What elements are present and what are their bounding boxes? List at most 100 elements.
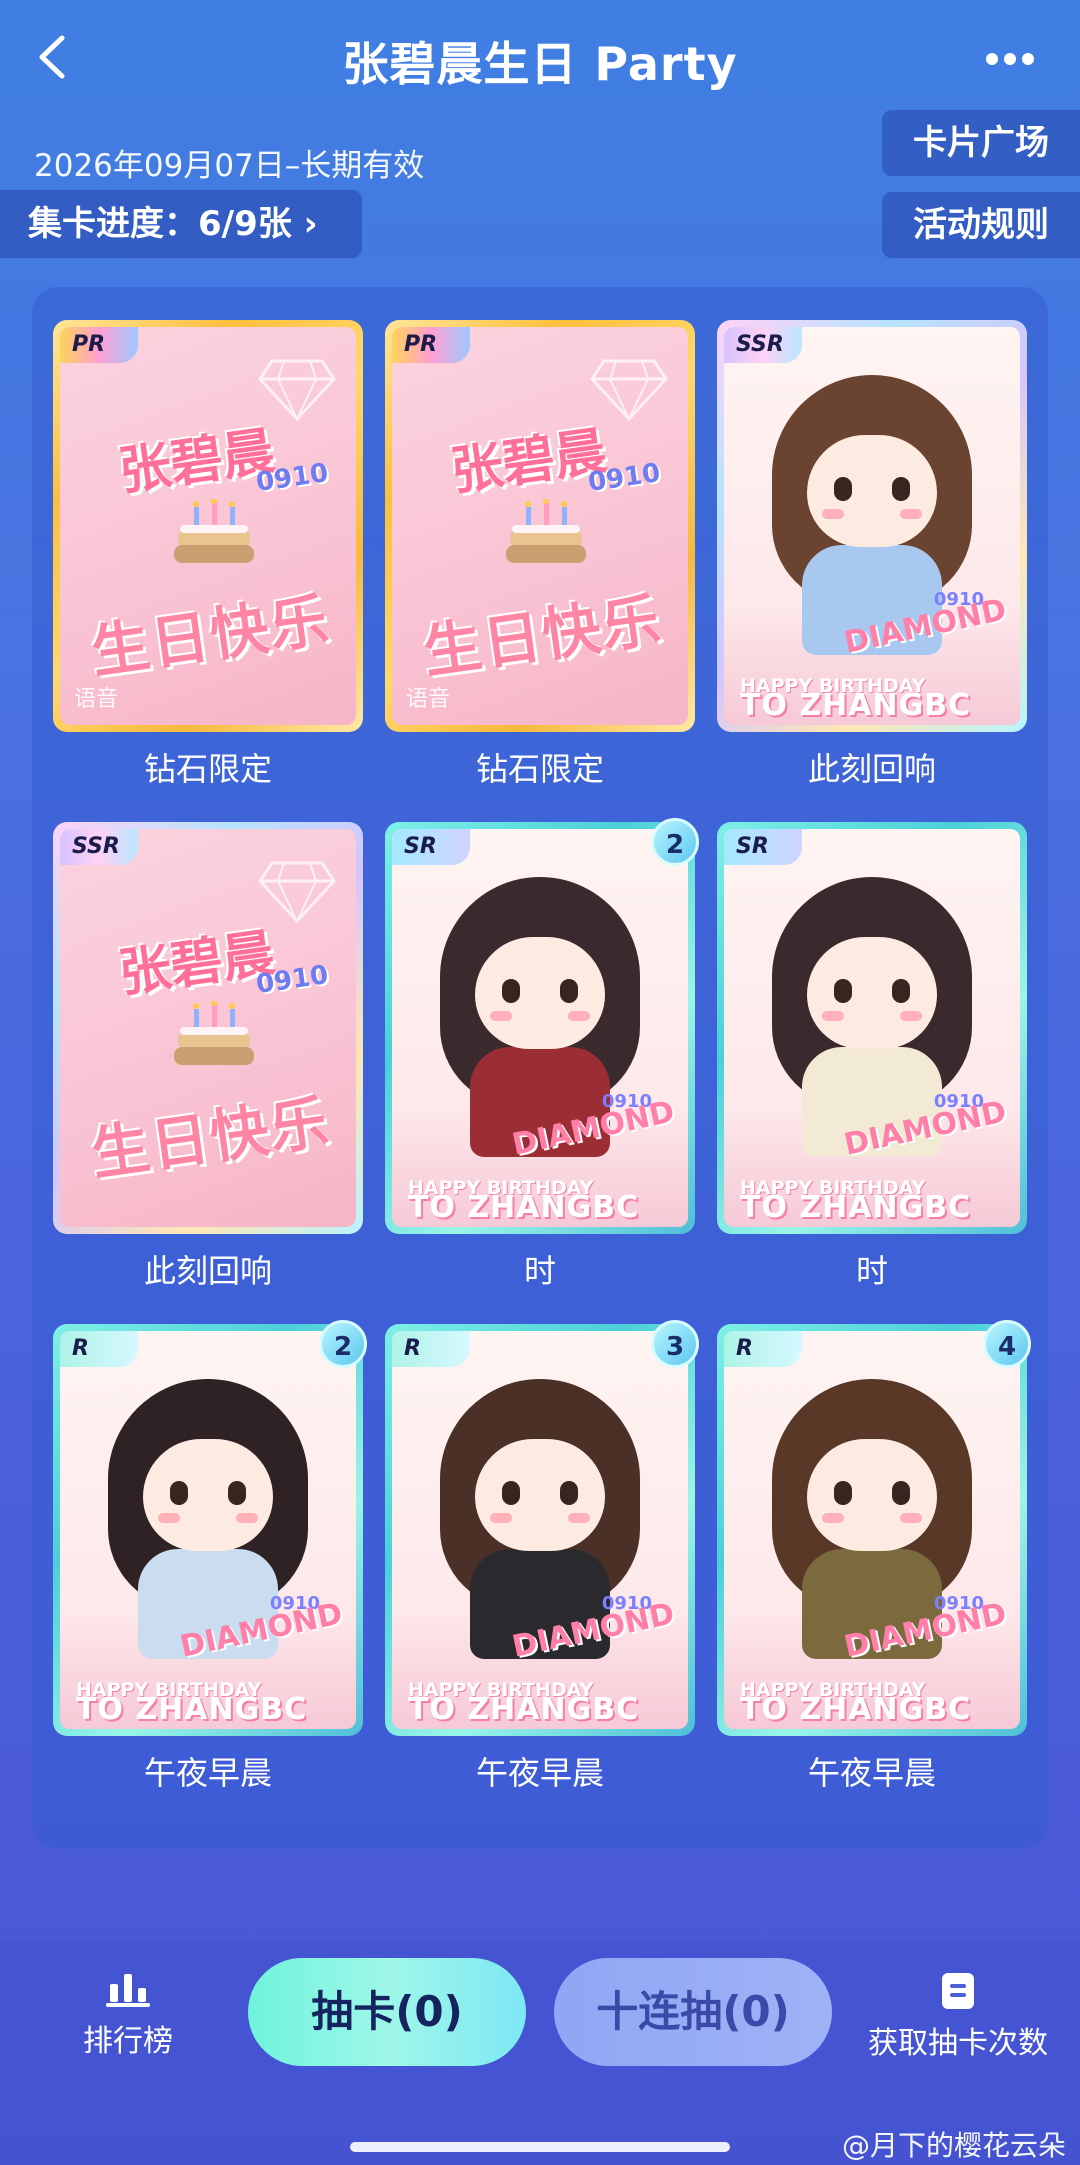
character-blush	[568, 1513, 590, 1523]
voice-tag: 语音	[406, 687, 451, 712]
card-caption: 钻石限定	[475, 750, 604, 788]
card-to-zhangbc-text: TO ZHANGBC	[76, 1692, 308, 1727]
character-eye	[502, 979, 520, 1003]
card-artwork: 张碧晨 0910 生日快乐 SSR	[60, 829, 356, 1227]
voice-tag: 语音	[74, 687, 119, 712]
birthday-cake-icon	[174, 499, 254, 563]
card-to-zhangbc-text: TO ZHANGBC	[740, 1692, 972, 1727]
card-artwork: 张碧晨 0910 生日快乐 语音 PR	[60, 327, 356, 725]
card-artwork: 0910 DIAMOND HAPPY BIRTHDAY TO ZHANGBC R	[724, 1331, 1020, 1729]
card-to-zhangbc-text: TO ZHANGBC	[740, 1190, 972, 1225]
card-caption: 午夜早晨	[143, 1754, 272, 1792]
character-blush	[822, 1011, 844, 1021]
character-face	[143, 1439, 273, 1551]
card-birthday-text: 生日快乐	[87, 1087, 335, 1189]
collection-card[interactable]: 0910 DIAMOND HAPPY BIRTHDAY TO ZHANGBC R 4	[717, 1320, 1031, 1736]
card-star-name: 张碧晨	[447, 421, 611, 503]
character-blush	[490, 1011, 512, 1021]
character-blush	[568, 1011, 590, 1021]
card-caption: 此刻回响	[143, 1252, 272, 1290]
card-caption: 此刻回响	[807, 750, 936, 788]
collection-card[interactable]: 0910 DIAMOND HAPPY BIRTHDAY TO ZHANGBC SR	[717, 822, 1027, 1234]
leaderboard-button[interactable]: 排行榜	[68, 1972, 188, 2060]
rarity-badge: PR	[60, 327, 138, 363]
character-eye	[892, 477, 910, 501]
card-artwork: 张碧晨 0910 生日快乐 语音 PR	[392, 327, 688, 725]
card-to-zhangbc-text: TO ZHANGBC	[408, 1190, 640, 1225]
character-eye	[892, 1481, 910, 1505]
rarity-badge: SSR	[60, 829, 138, 865]
more-options-icon[interactable]	[986, 50, 1042, 65]
card-caption: 午夜早晨	[807, 1754, 936, 1792]
character-blush	[900, 1011, 922, 1021]
birthday-cake-icon	[506, 499, 586, 563]
card-artwork: 0910 DIAMOND HAPPY BIRTHDAY TO ZHANGBC R	[60, 1331, 356, 1729]
collection-card[interactable]: 0910 DIAMOND HAPPY BIRTHDAY TO ZHANGBC SR 2	[385, 818, 699, 1234]
character-blush	[490, 1513, 512, 1523]
card-count-badge: 3	[651, 1320, 699, 1368]
character-eye	[170, 1481, 188, 1505]
birthday-cake-icon	[174, 1001, 254, 1065]
card-artwork: 0910 DIAMOND HAPPY BIRTHDAY TO ZHANGBC R	[392, 1331, 688, 1729]
character-face	[475, 1439, 605, 1551]
character-blush	[158, 1513, 180, 1523]
card-artwork: 0910 DIAMOND HAPPY BIRTHDAY TO ZHANGBC SSR	[724, 327, 1020, 725]
document-icon	[942, 1973, 974, 2009]
card-caption: 钻石限定	[143, 750, 272, 788]
collection-card[interactable]: 0910 DIAMOND HAPPY BIRTHDAY TO ZHANGBC R 2	[53, 1320, 367, 1736]
character-blush	[822, 1513, 844, 1523]
get-draw-chances-button[interactable]: 获取抽卡次数	[858, 1972, 1058, 2062]
card-gallery-button[interactable]: 卡片广场	[882, 110, 1080, 176]
card-star-name: 张碧晨	[115, 421, 279, 503]
character-face	[807, 435, 937, 547]
get-draw-chances-label: 获取抽卡次数	[868, 2026, 1048, 2061]
diamond-icon	[258, 359, 336, 422]
leaderboard-label: 排行榜	[83, 2024, 173, 2059]
collection-card[interactable]: 0910 DIAMOND HAPPY BIRTHDAY TO ZHANGBC SSR	[717, 320, 1027, 732]
card-star-name: 张碧晨	[115, 923, 279, 1005]
rarity-badge: R	[60, 1331, 138, 1367]
character-eye	[228, 1481, 246, 1505]
character-blush	[236, 1513, 258, 1523]
collection-progress-button[interactable]: 集卡进度：6/9张 ›	[0, 190, 362, 258]
card-birthday-text: 生日快乐	[419, 585, 667, 687]
collection-card[interactable]: 张碧晨 0910 生日快乐 语音 PR	[53, 320, 363, 732]
chevron-right-icon: ›	[303, 204, 318, 244]
card-caption: 午夜早晨	[475, 1754, 604, 1792]
card-caption: 时	[523, 1252, 556, 1290]
character-blush	[900, 1513, 922, 1523]
character-blush	[900, 509, 922, 519]
rarity-badge: SSR	[724, 327, 802, 363]
draw-card-button[interactable]: 抽卡(0)	[248, 1958, 526, 2066]
rarity-badge: R	[724, 1331, 802, 1367]
character-eye	[834, 1481, 852, 1505]
character-face	[807, 937, 937, 1049]
rarity-badge: R	[392, 1331, 470, 1367]
watermark: @月下的樱花云朵	[841, 2129, 1066, 2162]
ten-draw-button[interactable]: 十连抽(0)	[554, 1958, 832, 2066]
header: 张碧晨生日 Party	[0, 0, 1080, 118]
diamond-icon	[590, 359, 668, 422]
card-caption: 时	[855, 1252, 888, 1290]
character-blush	[822, 509, 844, 519]
character-eye	[502, 1481, 520, 1505]
card-birthday-text: 生日快乐	[87, 585, 335, 687]
validity-date-range: 2026年09月07日–长期有效	[34, 148, 425, 184]
collection-card[interactable]: 张碧晨 0910 生日快乐 语音 PR	[385, 320, 695, 732]
collection-card[interactable]: 张碧晨 0910 生日快乐 SSR	[53, 822, 363, 1234]
character-eye	[834, 477, 852, 501]
character-eye	[560, 979, 578, 1003]
card-artwork: 0910 DIAMOND HAPPY BIRTHDAY TO ZHANGBC SR	[392, 829, 688, 1227]
page-title: 张碧晨生日 Party	[342, 37, 738, 91]
character-eye	[892, 979, 910, 1003]
collection-card[interactable]: 0910 DIAMOND HAPPY BIRTHDAY TO ZHANGBC R 3	[385, 1320, 699, 1736]
rarity-badge: SR	[392, 829, 470, 865]
card-to-zhangbc-text: TO ZHANGBC	[740, 688, 972, 723]
collection-progress-label: 集卡进度：6/9张	[28, 204, 292, 244]
activity-rules-button[interactable]: 活动规则	[882, 192, 1080, 258]
card-count-badge: 2	[319, 1320, 367, 1368]
character-face	[475, 937, 605, 1049]
card-count-badge: 2	[651, 818, 699, 866]
character-eye	[560, 1481, 578, 1505]
rarity-badge: SR	[724, 829, 802, 865]
